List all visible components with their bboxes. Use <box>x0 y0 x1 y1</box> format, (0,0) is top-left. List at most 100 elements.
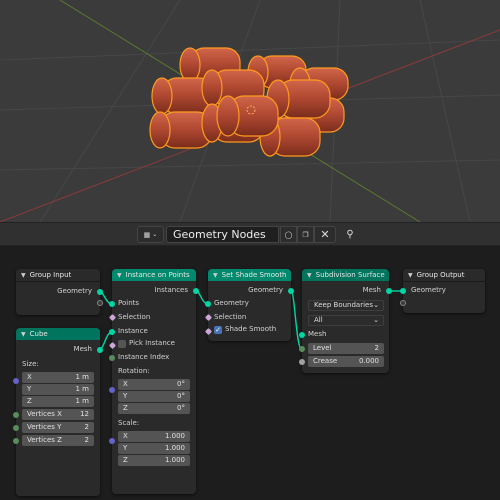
duplicate-button[interactable]: ❐ <box>297 226 314 243</box>
node-editor[interactable]: ▼ Group Input Geometry ▼ Cube Mesh Size: X… <box>0 246 500 500</box>
node-cube[interactable]: ▼ Cube Mesh Size: X 1 m Y 1 m Z 1 m Vertices… <box>13 328 103 496</box>
socket-empty-in[interactable] <box>400 300 406 306</box>
axis-label: Z <box>123 456 128 464</box>
socket-geometry-out[interactable] <box>97 289 103 295</box>
output-mesh-label: Mesh <box>362 286 381 294</box>
duplicate-icon: ❐ <box>302 230 309 239</box>
socket-instance-index-in[interactable] <box>109 355 115 361</box>
output-geometry-label: Geometry <box>57 287 92 295</box>
value: 0° <box>177 392 185 400</box>
node-title: Cube <box>29 330 48 338</box>
shield-icon: ◯ <box>284 230 293 239</box>
node-subdivision-surface[interactable]: ▼ Subdivision Surface Mesh Keep Boundarie… <box>299 269 392 373</box>
3d-viewport[interactable] <box>0 0 500 222</box>
size-z-field[interactable]: Z 1 m <box>22 396 94 407</box>
socket-mesh-out[interactable] <box>386 288 392 294</box>
node-header: ▼ Subdivision Surface <box>302 269 389 281</box>
node-title: Set Shade Smooth <box>221 271 287 279</box>
rotation-z-field[interactable]: Z 0° <box>118 403 190 414</box>
socket-empty-out[interactable] <box>97 300 103 306</box>
chevron-down-icon: ⌄ <box>373 301 379 309</box>
socket-geometry-in[interactable] <box>205 301 211 307</box>
unlink-button[interactable]: ✕ <box>314 226 336 243</box>
boundary-smooth-select[interactable]: Keep Boundaries ⌄ <box>308 300 384 311</box>
chevron-down-icon: ▼ <box>21 330 26 338</box>
fake-user-button[interactable]: ◯ <box>280 226 297 243</box>
vertices-y-field[interactable]: Vertices Y 2 <box>22 422 94 433</box>
input-pick-instance-label: Pick Instance <box>129 339 175 347</box>
crease-field[interactable]: Crease 0.000 <box>308 356 384 367</box>
chevron-down-icon: ▼ <box>307 271 312 279</box>
node-tree-icon: ▦ <box>143 230 151 239</box>
input-instance-label: Instance <box>118 327 148 335</box>
socket-vertices-y-in[interactable] <box>13 425 19 431</box>
x-icon: ✕ <box>320 228 330 241</box>
socket-rotation-in[interactable] <box>109 387 115 393</box>
socket-mesh-out[interactable] <box>97 347 103 353</box>
value: 1.000 <box>164 444 185 452</box>
instanced-cylinders <box>149 47 349 157</box>
node-header: ▼ Cube <box>16 328 100 340</box>
input-selection-label: Selection <box>214 313 247 321</box>
output-mesh-label: Mesh <box>73 345 92 353</box>
chevron-down-icon: ▼ <box>117 271 122 279</box>
node-header: ▼ Group Output <box>403 269 485 282</box>
node-title: Group Input <box>29 271 72 279</box>
axis-label: Y <box>27 385 32 393</box>
input-points-label: Points <box>118 299 140 307</box>
shade-smooth-checkbox[interactable]: ✓ <box>214 326 222 334</box>
value: 2 <box>84 423 89 431</box>
node-editor-header: ▦ ⌄ Geometry Nodes ◯ ❐ ✕ ⚲ <box>0 222 500 246</box>
size-x-field[interactable]: X 1 m <box>22 372 94 383</box>
value: 1 m <box>75 397 90 405</box>
output-instances-label: Instances <box>154 286 188 294</box>
value: 1 m <box>75 385 90 393</box>
value: 0.000 <box>358 357 379 365</box>
socket-scale-in[interactable] <box>109 438 115 444</box>
socket-points-in[interactable] <box>109 301 115 307</box>
field-label: Vertices X <box>27 410 62 418</box>
pin-icon: ⚲ <box>346 229 354 240</box>
socket-instance-in[interactable] <box>109 329 115 335</box>
axis-label: Z <box>27 397 32 405</box>
level-field[interactable]: Level 2 <box>308 343 384 354</box>
socket-geometry-out[interactable] <box>288 288 294 294</box>
value: 1 m <box>75 373 90 381</box>
pick-instance-checkbox[interactable] <box>118 340 126 348</box>
socket-mesh-in[interactable] <box>299 332 305 338</box>
chevron-down-icon: ▼ <box>213 271 218 279</box>
socket-instances-out[interactable] <box>193 288 199 294</box>
scale-x-field[interactable]: X 1.000 <box>118 431 190 442</box>
chevron-down-icon: ▼ <box>21 271 26 279</box>
socket-size-in[interactable] <box>13 378 19 384</box>
rotation-label: Rotation: <box>118 367 150 375</box>
size-y-field[interactable]: Y 1 m <box>22 384 94 395</box>
uv-smooth-select[interactable]: All ⌄ <box>308 315 384 326</box>
field-label: Vertices Z <box>27 436 62 444</box>
node-set-shade-smooth[interactable]: ▼ Set Shade Smooth Geometry Geometry Sele… <box>204 269 294 341</box>
socket-geometry-in[interactable] <box>400 288 406 294</box>
field-label: Vertices Y <box>27 423 62 431</box>
node-group-output[interactable]: ▼ Group Output Geometry <box>400 269 485 313</box>
socket-vertices-x-in[interactable] <box>13 412 19 418</box>
socket-level-in[interactable] <box>299 346 305 352</box>
rotation-y-field[interactable]: Y 0° <box>118 391 190 402</box>
socket-vertices-z-in[interactable] <box>13 438 19 444</box>
output-geometry-label: Geometry <box>248 286 283 294</box>
rotation-x-field[interactable]: X 0° <box>118 379 190 390</box>
editor-type-button[interactable]: ▦ ⌄ <box>137 226 164 243</box>
socket-crease-in[interactable] <box>299 359 305 365</box>
scale-y-field[interactable]: Y 1.000 <box>118 443 190 454</box>
pin-button[interactable]: ⚲ <box>342 226 358 243</box>
node-title: Subdivision Surface <box>315 271 385 279</box>
vertices-z-field[interactable]: Vertices Z 2 <box>22 435 94 446</box>
vertices-x-field[interactable]: Vertices X 12 <box>22 409 94 420</box>
node-title: Instance on Points <box>125 271 190 279</box>
scale-z-field[interactable]: Z 1.000 <box>118 455 190 466</box>
check-icon: ✓ <box>215 326 221 334</box>
axis-label: X <box>123 432 128 440</box>
node-instance-on-points[interactable]: ▼ Instance on Points Instances Points Sel… <box>108 269 199 494</box>
node-tree-name-field[interactable]: Geometry Nodes <box>166 226 279 243</box>
node-group-input[interactable]: ▼ Group Input Geometry <box>16 269 103 315</box>
value: 0° <box>177 404 185 412</box>
